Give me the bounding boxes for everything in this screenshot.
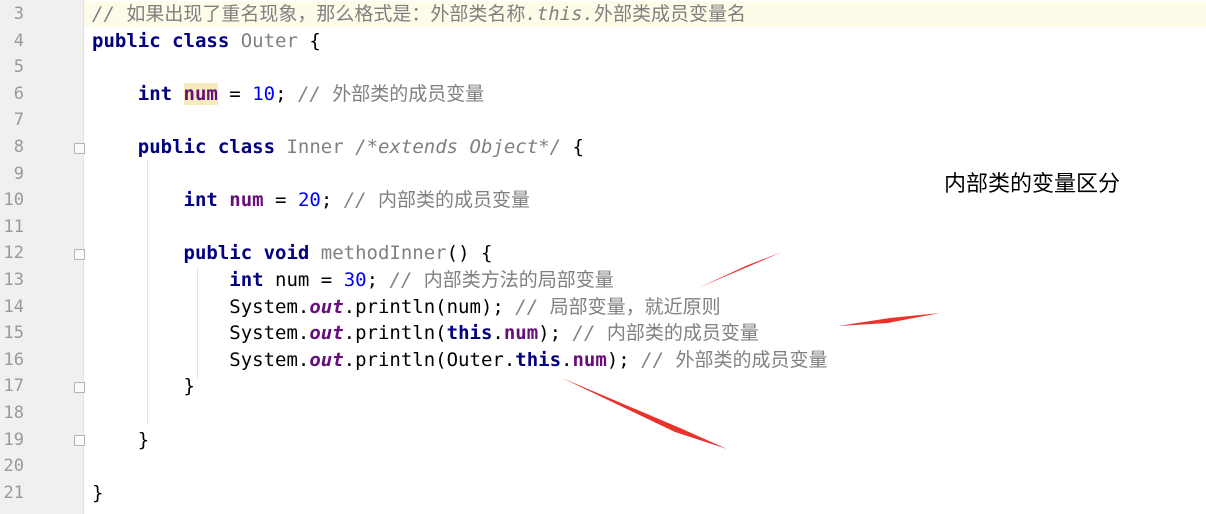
code-editor[interactable]: 3// 如果出现了重名现象，那么格式是：外部类名称.this.外部类成员变量名 4… bbox=[0, 0, 1206, 514]
arrow-outer-member bbox=[562, 378, 727, 449]
arrow-local-variable bbox=[698, 252, 782, 288]
arrow-inner-member bbox=[838, 313, 940, 326]
annotation-arrows bbox=[562, 252, 940, 449]
